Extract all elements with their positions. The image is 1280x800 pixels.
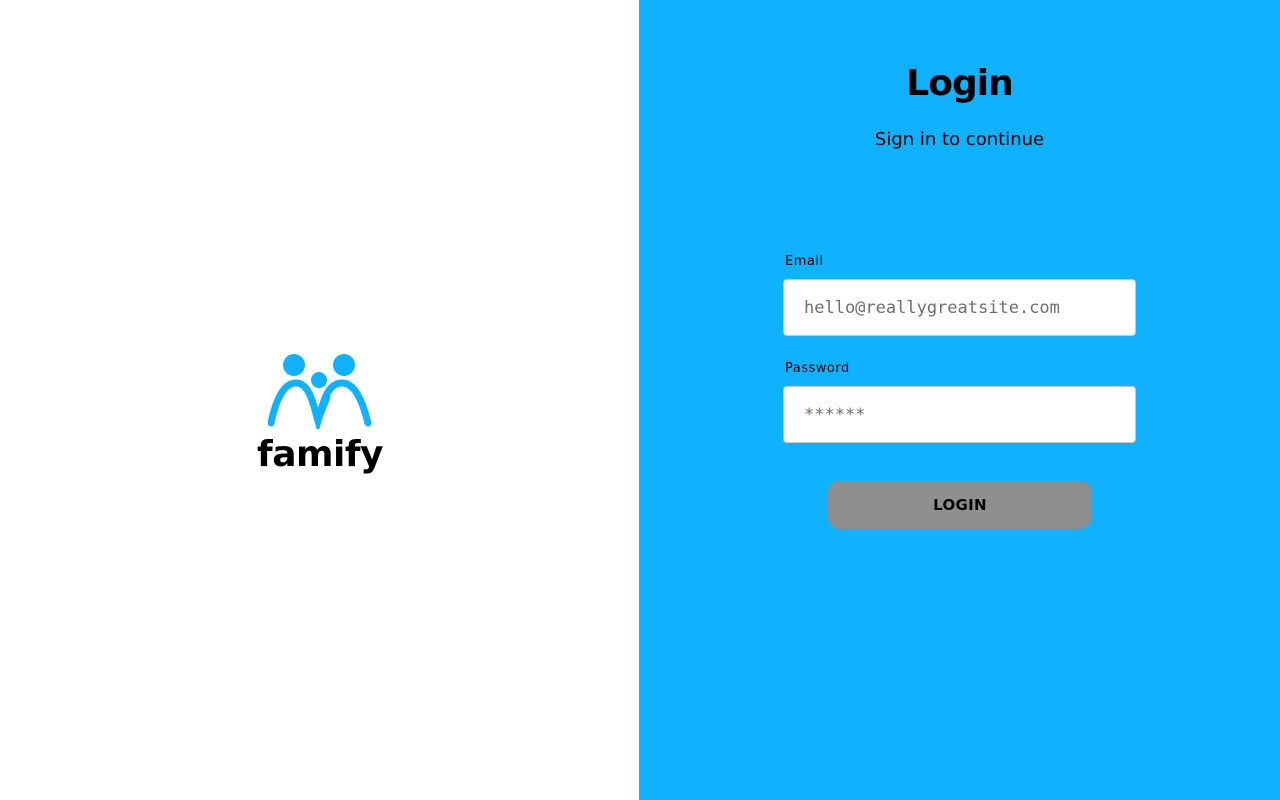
login-page: famify Login Sign in to continue Email P… bbox=[0, 0, 1280, 800]
login-button[interactable]: LOGIN bbox=[828, 481, 1092, 529]
brand-logo: famify bbox=[257, 353, 383, 475]
email-label: Email bbox=[785, 254, 824, 269]
page-subtitle: Sign in to continue bbox=[874, 129, 1045, 150]
password-label: Password bbox=[785, 361, 850, 376]
password-field[interactable] bbox=[783, 386, 1136, 443]
email-field[interactable] bbox=[783, 279, 1136, 336]
page-title: Login bbox=[906, 63, 1013, 104]
login-panel: Login Sign in to continue Email Password… bbox=[639, 0, 1280, 800]
brand-name: famify bbox=[257, 434, 383, 475]
brand-panel: famify bbox=[0, 0, 639, 800]
family-figures-icon bbox=[268, 354, 372, 429]
